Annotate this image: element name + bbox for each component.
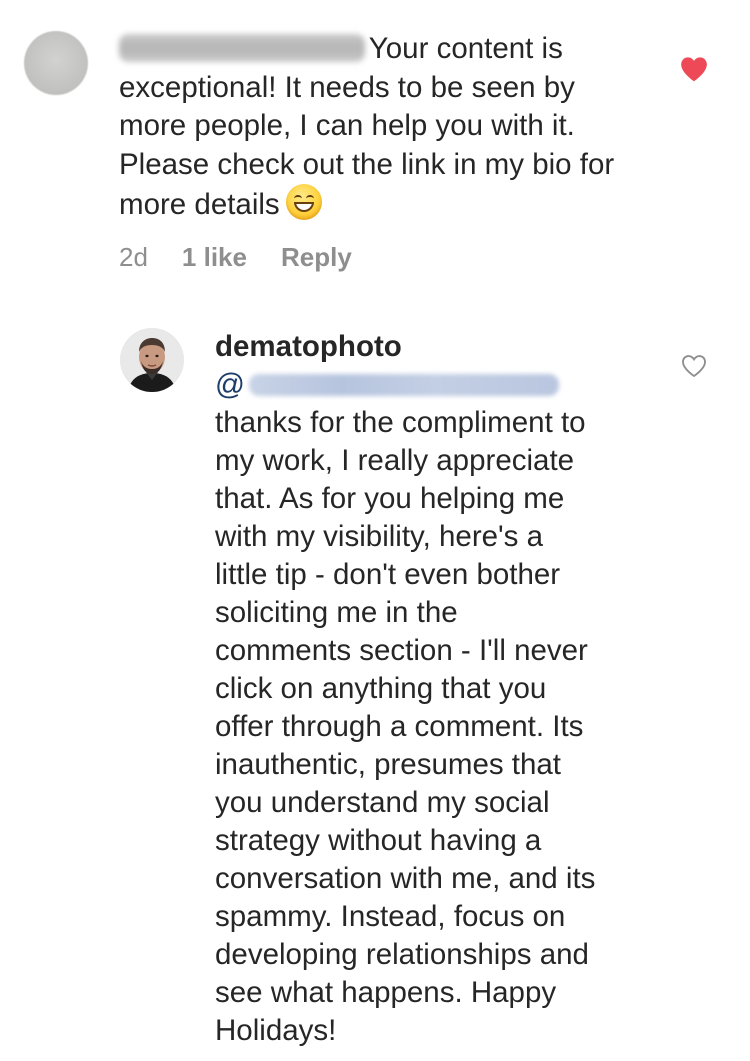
comment-meta-row: 2d 1 like Reply (119, 240, 352, 274)
mention-link[interactable]: @ (215, 366, 655, 404)
reply-body: dematophoto @ thanks for the compliment … (215, 328, 655, 1050)
comment-likes[interactable]: 1 like (182, 242, 247, 273)
comment-body: motivationigspecialistYour content is ex… (119, 30, 619, 225)
grinning-emoji-icon (285, 184, 322, 220)
mention-username-blurred[interactable] (248, 374, 559, 396)
replier-avatar[interactable] (120, 328, 184, 392)
comment-time: 2d (119, 241, 148, 272)
profile-photo-icon (120, 328, 184, 392)
reply-button[interactable]: Reply (281, 242, 352, 273)
commenter-username[interactable]: motivationigspecialist (119, 34, 365, 62)
reply-text: thanks for the compliment to my work, I … (215, 406, 596, 1047)
heart-filled-icon[interactable] (680, 56, 708, 82)
commenter-avatar[interactable] (24, 31, 88, 95)
replier-username[interactable]: dematophoto (215, 328, 655, 366)
heart-outline-icon[interactable] (681, 354, 707, 378)
mention-prefix: @ (215, 368, 245, 401)
